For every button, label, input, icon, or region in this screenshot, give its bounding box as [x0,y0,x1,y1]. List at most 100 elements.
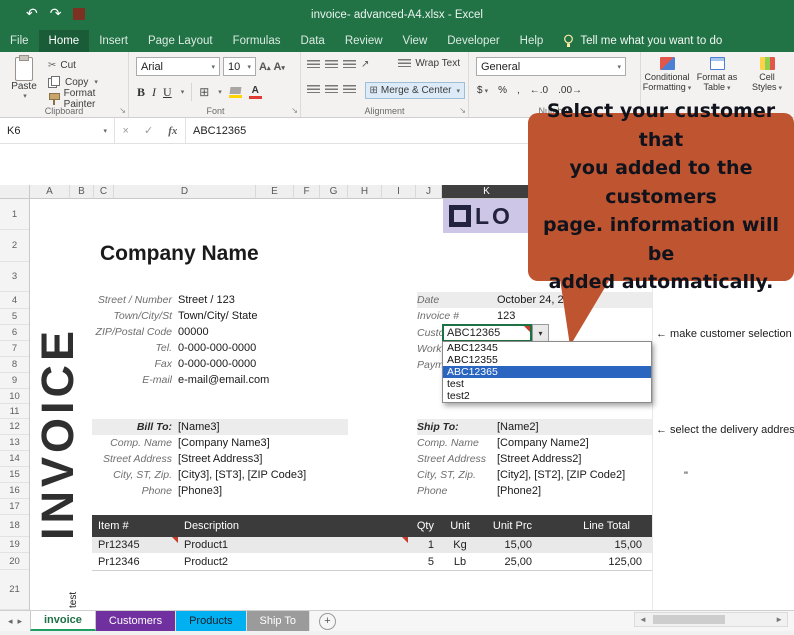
name-box[interactable]: K6▾ [0,118,115,143]
column-header-g[interactable]: G [320,185,348,199]
font-color-button[interactable]: A [249,86,262,99]
row-header[interactable]: 6 [0,325,29,341]
row-header[interactable]: 14 [0,451,29,467]
row-header[interactable]: 17 [0,499,29,515]
format-as-table-button[interactable]: Format as Table▾ [693,57,741,93]
decrease-decimal-button[interactable]: .00→ [558,85,582,96]
column-header-j[interactable]: J [416,185,442,199]
column-header-h[interactable]: H [348,185,382,199]
copy-button[interactable]: Copy▾ [48,75,128,89]
row-header[interactable]: 15 [0,467,29,483]
column-header-k-selected[interactable]: K [442,185,532,199]
comma-style-button[interactable]: , [517,85,520,96]
italic-button[interactable]: I [152,85,156,100]
add-sheet-button[interactable]: + [319,613,336,630]
paste-dropdown-icon[interactable]: ▾ [23,92,27,100]
clipboard-dialog-launcher[interactable]: ↘ [119,106,126,115]
merge-center-button[interactable]: ⊞Merge & Center▾ [365,82,466,99]
insert-function-icon[interactable]: fx [168,125,177,137]
cancel-icon[interactable]: × [123,125,129,137]
tab-review[interactable]: Review [335,30,393,52]
tab-data[interactable]: Data [291,30,335,52]
sheet-nav-left-icon[interactable]: ◂ [8,616,13,627]
row-header[interactable]: 9 [0,373,29,389]
row-header[interactable]: 11 [0,404,29,419]
horizontal-scrollbar[interactable]: ◄ ► [634,612,788,627]
format-painter-button[interactable]: Format Painter [48,92,128,106]
tell-me-box[interactable]: Tell me what you want to do [553,30,732,52]
number-format-combo[interactable]: General▾ [476,57,626,76]
orientation-button[interactable]: ↗ [361,59,369,70]
row-header[interactable]: 5 [0,309,29,325]
tab-view[interactable]: View [393,30,438,52]
tab-formulas[interactable]: Formulas [223,30,291,52]
row-header[interactable]: 12 [0,419,29,435]
row-header[interactable]: 16 [0,483,29,499]
customer-dropdown-button[interactable]: ▾ [532,324,549,342]
column-header-a[interactable]: A [30,185,70,199]
column-header-f[interactable]: F [294,185,320,199]
align-left-button[interactable] [307,85,320,94]
row-header[interactable]: 1 [0,199,29,230]
item-row[interactable]: Pr12345 Product1 1 Kg 15,00 15,00 [92,537,652,553]
dropdown-option[interactable]: test [443,378,651,390]
align-bottom-button[interactable] [343,60,356,69]
row-header[interactable]: 10 [0,389,29,404]
tab-help[interactable]: Help [510,30,554,52]
percent-style-button[interactable]: % [498,85,507,96]
font-dialog-launcher[interactable]: ↘ [291,106,298,115]
column-header-c[interactable]: C [94,185,114,199]
sheet-tab-products[interactable]: Products [176,611,246,631]
scroll-right-icon[interactable]: ► [775,615,783,624]
sheet-tab-ship-to[interactable]: Ship To [247,611,311,631]
enter-icon[interactable]: ✓ [144,124,153,137]
column-header-i[interactable]: I [382,185,416,199]
column-header-b[interactable]: B [70,185,94,199]
font-size-combo[interactable]: 10▾ [223,57,256,76]
sheet-tab-invoice[interactable]: invoice [30,611,96,631]
row-header[interactable]: 19 [0,537,29,553]
cell-styles-button[interactable]: Cell Styles▾ [743,57,791,93]
font-name-combo[interactable]: Arial▾ [136,57,220,76]
tab-home[interactable]: Home [39,30,90,52]
wrap-text-button[interactable]: Wrap Text [398,58,460,69]
conditional-formatting-button[interactable]: Conditional Formatting▾ [643,57,691,93]
align-right-button[interactable] [343,85,356,94]
tab-page-layout[interactable]: Page Layout [138,30,223,52]
row-header[interactable]: 3 [0,262,29,292]
underline-button[interactable]: U [163,85,172,100]
align-middle-button[interactable] [325,60,338,69]
cut-button[interactable]: ✂Cut [48,58,128,72]
paste-button[interactable]: Paste ▾ [6,56,42,112]
dropdown-option[interactable]: ABC12355 [443,354,651,366]
decrease-font-size-button[interactable]: A▾ [273,61,284,73]
select-all-corner[interactable] [0,185,30,199]
row-header[interactable]: 18 [0,515,29,537]
column-header-d[interactable]: D [114,185,256,199]
tab-developer[interactable]: Developer [437,30,509,52]
alignment-dialog-launcher[interactable]: ↘ [459,106,466,115]
sheet-nav-right-icon[interactable]: ▸ [18,616,23,627]
row-header[interactable]: 2 [0,230,29,262]
row-header[interactable]: 7 [0,341,29,357]
scroll-left-icon[interactable]: ◄ [639,615,647,624]
dropdown-option-selected[interactable]: ABC12365 [443,366,651,378]
row-header[interactable]: 4 [0,292,29,309]
borders-button[interactable]: ⊞ [199,85,209,99]
row-header[interactable]: 8 [0,357,29,373]
align-center-button[interactable] [325,85,338,94]
selected-cell-k6[interactable]: ABC12365 [442,324,532,342]
accounting-format-button[interactable]: $▾ [477,85,488,96]
fill-color-button[interactable] [229,87,242,98]
column-header-e[interactable]: E [256,185,294,199]
scrollbar-thumb[interactable] [653,615,725,624]
item-row[interactable]: Pr12346 Product2 5 Lb 25,00 125,00 [92,553,652,571]
increase-font-size-button[interactable]: A▴ [259,61,270,73]
align-top-button[interactable] [307,60,320,69]
row-header[interactable]: 21 [0,570,29,610]
row-header[interactable]: 13 [0,435,29,451]
row-header[interactable]: 20 [0,553,29,570]
tab-insert[interactable]: Insert [89,30,138,52]
dropdown-option[interactable]: ABC12345 [443,342,651,354]
tab-file[interactable]: File [0,30,39,52]
